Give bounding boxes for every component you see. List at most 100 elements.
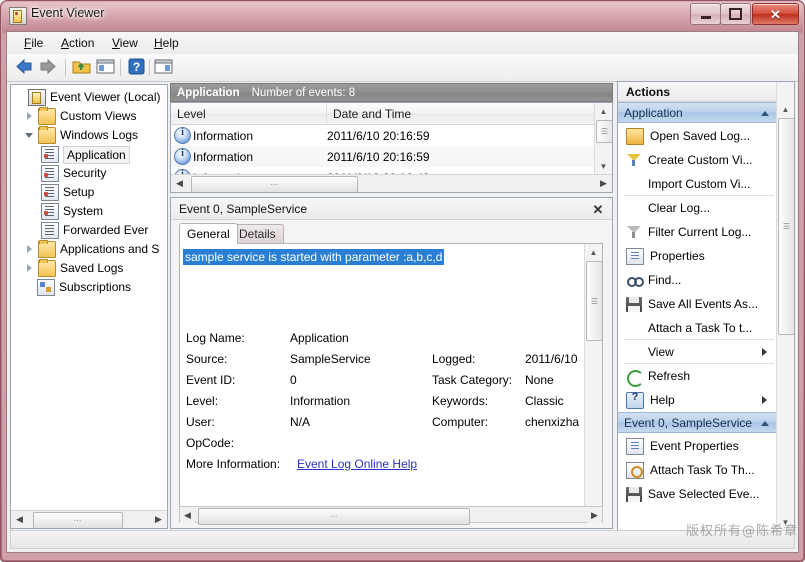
tree-item-forwarded-events[interactable]: Forwarded Ever [11,221,167,240]
tree-item-event-viewer-local[interactable]: Event Viewer (Local) [11,88,167,107]
action-attach-a-task-to-this-log[interactable]: Attach a Task To t... [618,316,777,340]
close-button[interactable]: ✕ [752,3,799,25]
action-save-all-events-as[interactable]: Save All Events As... [618,292,777,316]
action-find[interactable]: Find... [618,268,777,292]
tree-item-label: Event Viewer (Local) [50,90,161,104]
tree-item-setup[interactable]: Setup [11,183,167,202]
chevron-down-icon[interactable] [25,130,36,141]
log-icon [41,146,59,163]
event-message-area[interactable]: sample service is started with parameter… [183,248,583,308]
back-arrow-icon[interactable] [16,58,33,75]
toolbar-separator-2 [120,59,121,76]
chevron-up-icon[interactable] [761,111,769,116]
scroll-up-icon[interactable]: ▲ [596,104,611,119]
no-icon [626,201,642,216]
funnel-icon [626,153,642,168]
scroll-right-icon[interactable]: ▶ [587,508,602,523]
actions-group-header-application[interactable]: Application [618,102,777,123]
menu-help[interactable]: Help [147,35,186,51]
help-icon[interactable]: ? [126,57,148,78]
close-icon[interactable]: ✕ [590,201,606,217]
help-icon [626,391,644,409]
action-import-custom-view[interactable]: Import Custom Vi... [618,172,777,196]
tree-item-security[interactable]: Security [11,164,167,183]
events-list-column-header: Level Date and Time [171,103,612,125]
events-list-horizontal-scrollbar[interactable]: ◀ ⋯ ▶ [171,174,612,192]
chevron-up-icon[interactable] [761,421,769,426]
detail-vscroll-thumb[interactable]: ☰ [586,261,602,341]
minimize-button[interactable] [690,3,721,25]
events-list[interactable]: Level Date and Time Information 2011/6/1… [170,102,613,193]
actions-vertical-scrollbar[interactable]: ▲ ☰ ▼ [776,82,794,531]
subscriptions-icon [37,279,55,296]
expander-none-icon [15,92,26,103]
tree-hscroll-thumb[interactable]: ⋯ [33,512,123,528]
action-event-properties[interactable]: Event Properties [618,434,777,458]
tree-item-saved-logs[interactable]: Saved Logs [11,259,167,278]
tree-item-subscriptions[interactable]: Subscriptions [11,278,167,297]
scroll-up-icon[interactable]: ▲ [586,245,601,260]
forward-arrow-icon[interactable] [39,58,56,75]
action-label: Import Custom Vi... [648,177,751,191]
table-row[interactable]: Information 2011/6/10 20:16:59 [171,125,595,146]
title-bar[interactable]: Event Viewer ✕ [1,1,802,30]
detail-vertical-scrollbar[interactable]: ▲ ☰ ▼ [584,244,602,517]
action-view[interactable]: View [618,340,777,364]
menu-file[interactable]: File [17,35,50,51]
up-folder-icon[interactable] [71,57,93,78]
action-label: Help [650,393,675,407]
detail-hscroll-thumb[interactable]: ⋯ [198,508,470,525]
chevron-right-icon[interactable] [25,111,36,122]
toolbar-separator-3 [149,59,150,76]
tab-general[interactable]: General [179,223,238,244]
action-filter-current-log[interactable]: Filter Current Log... [618,220,777,244]
scroll-left-icon[interactable]: ◀ [12,512,27,527]
scroll-down-icon[interactable]: ▼ [596,159,611,174]
chevron-right-icon[interactable] [25,263,36,274]
action-open-saved-log[interactable]: Open Saved Log... [618,124,777,148]
actions-group-header-event[interactable]: Event 0, SampleService [618,412,777,433]
actions-pane-title: Actions [618,82,794,102]
events-hscroll-thumb[interactable]: ⋯ [191,176,358,192]
maximize-button[interactable] [720,3,751,25]
action-create-custom-view[interactable]: Create Custom Vi... [618,148,777,172]
tree-item-label: Saved Logs [60,261,124,275]
tree-item-system[interactable]: System [11,202,167,221]
actions-vscroll-thumb[interactable]: ☰ [778,118,794,335]
scroll-up-icon[interactable]: ▲ [778,102,793,117]
action-properties[interactable]: Properties [618,244,777,268]
chevron-right-icon[interactable] [25,244,36,255]
general-tab-body[interactable]: sample service is started with parameter… [179,243,603,518]
column-header-date-time[interactable]: Date and Time [327,103,595,124]
event-log-online-help-link[interactable]: Event Log Online Help [297,457,417,471]
tree-item-windows-logs[interactable]: Windows Logs [11,126,167,145]
action-attach-task-to-this-event[interactable]: Attach Task To Th... [618,458,777,482]
column-header-level[interactable]: Level [171,103,327,124]
scroll-left-icon[interactable]: ◀ [180,508,195,523]
tree-horizontal-scrollbar[interactable]: ◀ ⋯ ▶ [11,510,167,528]
no-icon [626,177,642,192]
action-clear-log[interactable]: Clear Log... [618,196,777,220]
tree-item-applications-and-services[interactable]: Applications and S [11,240,167,259]
action-refresh[interactable]: Refresh [618,364,777,388]
table-row[interactable]: Information 2011/6/10 20:16:59 [171,146,595,167]
field-label-level: Level: [186,394,219,408]
show-hide-tree-icon[interactable] [95,57,117,78]
tree-item-custom-views[interactable]: Custom Views [11,107,167,126]
scroll-left-icon[interactable]: ◀ [172,176,187,191]
menu-action[interactable]: Action [54,35,101,51]
funnel-gray-icon [626,225,642,240]
detail-horizontal-scrollbar[interactable]: ◀ ⋯ ▶ [179,506,603,525]
panes-container: Event Viewer (Local) Custom Views Window… [7,81,798,532]
menu-view[interactable]: View [105,35,145,51]
folder-icon [38,259,56,277]
console-tree-pane[interactable]: Event Viewer (Local) Custom Views Window… [10,84,168,529]
action-help[interactable]: Help [618,388,777,412]
scroll-right-icon[interactable]: ▶ [596,176,611,191]
events-vscroll-thumb[interactable]: ☰ [596,120,612,143]
tab-details[interactable]: Details [231,224,284,243]
show-hide-action-pane-icon[interactable] [153,57,175,78]
scroll-right-icon[interactable]: ▶ [151,512,166,527]
action-save-selected-events[interactable]: Save Selected Eve... [618,482,777,506]
tree-item-application[interactable]: Application [11,145,167,164]
